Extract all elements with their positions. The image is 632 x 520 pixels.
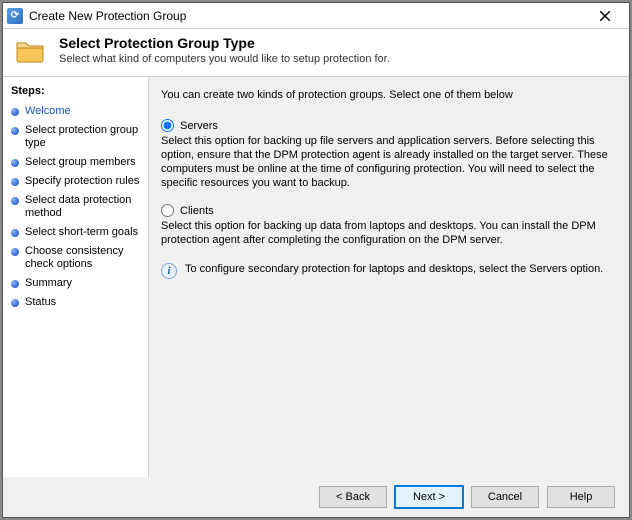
titlebar: ⟳ Create New Protection Group	[3, 3, 629, 29]
radio-clients[interactable]	[161, 204, 174, 217]
step-bullet-icon	[11, 229, 19, 237]
option-row-servers[interactable]: Servers	[161, 119, 617, 132]
steps-heading: Steps:	[7, 83, 144, 103]
step-label: Select data protection method	[25, 194, 142, 220]
footer: < Back Next > Cancel Help	[3, 477, 629, 517]
wizard-window: ⟳ Create New Protection Group Select Pro…	[2, 2, 630, 518]
option-row-clients[interactable]: Clients	[161, 204, 617, 217]
next-button[interactable]: Next >	[395, 486, 463, 508]
option-desc-clients: Select this option for backing up data f…	[161, 219, 617, 247]
page-subtitle: Select what kind of computers you would …	[59, 53, 390, 65]
step-label: Select protection group type	[25, 124, 142, 150]
cancel-button[interactable]: Cancel	[471, 486, 539, 508]
step-label: Welcome	[25, 105, 71, 118]
step-label: Specify protection rules	[25, 175, 139, 188]
content-pane: You can create two kinds of protection g…	[149, 77, 629, 477]
step-bullet-icon	[11, 159, 19, 167]
intro-text: You can create two kinds of protection g…	[161, 89, 617, 101]
step-choose-consistency-check-options[interactable]: Choose consistency check options	[7, 243, 144, 275]
wizard-body: Steps: Welcome Select protection group ty…	[3, 77, 629, 477]
step-label: Choose consistency check options	[25, 245, 142, 271]
help-button[interactable]: Help	[547, 486, 615, 508]
radio-servers[interactable]	[161, 119, 174, 132]
option-label-clients: Clients	[180, 205, 214, 217]
info-icon: i	[161, 263, 177, 279]
step-label: Status	[25, 296, 56, 309]
step-bullet-icon	[11, 127, 19, 135]
step-label: Summary	[25, 277, 72, 290]
step-bullet-icon	[11, 108, 19, 116]
page-title: Select Protection Group Type	[59, 35, 390, 51]
option-clients: Clients Select this option for backing up…	[161, 204, 617, 247]
window-title: Create New Protection Group	[29, 9, 585, 23]
app-icon: ⟳	[7, 8, 23, 24]
option-servers: Servers Select this option for backing up…	[161, 119, 617, 190]
wizard-header: Select Protection Group Type Select what…	[3, 29, 629, 77]
step-specify-protection-rules[interactable]: Specify protection rules	[7, 173, 144, 192]
step-welcome[interactable]: Welcome	[7, 103, 144, 122]
step-label: Select short-term goals	[25, 226, 138, 239]
back-button[interactable]: < Back	[319, 486, 387, 508]
info-text: To configure secondary protection for la…	[185, 263, 603, 275]
step-select-protection-group-type[interactable]: Select protection group type	[7, 122, 144, 154]
step-bullet-icon	[11, 299, 19, 307]
step-bullet-icon	[11, 248, 19, 256]
close-icon	[599, 10, 611, 22]
step-select-short-term-goals[interactable]: Select short-term goals	[7, 224, 144, 243]
close-button[interactable]	[585, 3, 625, 28]
step-bullet-icon	[11, 178, 19, 186]
steps-sidebar: Steps: Welcome Select protection group ty…	[3, 77, 149, 477]
option-desc-servers: Select this option for backing up file s…	[161, 134, 617, 190]
info-bar: i To configure secondary protection for …	[161, 263, 617, 279]
step-bullet-icon	[11, 197, 19, 205]
step-bullet-icon	[11, 280, 19, 288]
step-label: Select group members	[25, 156, 136, 169]
step-summary[interactable]: Summary	[7, 275, 144, 294]
step-status[interactable]: Status	[7, 294, 144, 313]
folder-icon	[15, 37, 45, 66]
option-label-servers: Servers	[180, 120, 218, 132]
step-select-group-members[interactable]: Select group members	[7, 154, 144, 173]
step-select-data-protection-method[interactable]: Select data protection method	[7, 192, 144, 224]
